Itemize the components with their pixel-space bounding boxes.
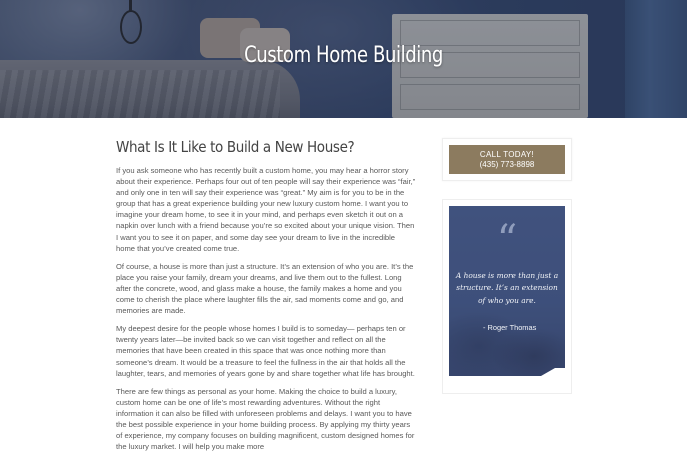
testimonial-widget: “ A house is more than just a structure.… [442,199,572,394]
page-title: Custom Home Building [244,43,443,68]
quote-author: - Roger Thomas [483,323,537,332]
quote-icon: “ [496,217,518,263]
paragraph: If you ask someone who has recently buil… [116,166,416,253]
paragraph: Of course, a house is more than just a s… [116,261,414,316]
quote-text: A house is more than just a structure. I… [455,271,559,305]
call-button-phone: (435) 773-8898 [479,160,535,169]
paragraph: There are few things as personal as your… [116,386,415,452]
paragraph: My deepest desire for the people whose h… [116,324,415,378]
call-today-button[interactable]: CALL TODAY! (435) 773-8898 [449,145,565,174]
call-widget: CALL TODAY! (435) 773-8898 [442,138,572,181]
sidebar: CALL TODAY! (435) 773-8898 “ A house is … [442,138,572,394]
main-content: What Is It Like to Build a New House? If… [116,138,416,459]
hero-banner: Custom Home Building [0,0,687,118]
card-notch-shape [449,368,565,382]
call-button-label: CALL TODAY! [479,150,535,159]
section-heading: What Is It Like to Build a New House? [116,138,355,156]
quote-card: “ A house is more than just a structure.… [449,206,565,382]
